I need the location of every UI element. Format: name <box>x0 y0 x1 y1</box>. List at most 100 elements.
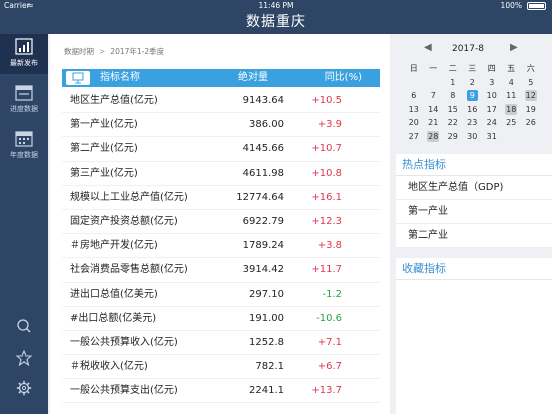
table-row[interactable]: ＃税收收入(亿元) 782.1 +6.7 <box>62 355 380 380</box>
sidebar-item-progress[interactable]: 进度数据 <box>0 80 48 120</box>
calendar-day-number: 7 <box>430 91 436 100</box>
table-row[interactable]: #出口总额(亿美元) 191.00 -10.6 <box>62 307 380 331</box>
calendar-day-number: 25 <box>506 118 517 127</box>
hot-indicators-list: 地区生产总值（GDP) 第一产业 第二产业 <box>396 176 552 248</box>
calendar-day[interactable]: 31 <box>482 130 502 144</box>
table-row[interactable]: 第二产业(亿元) 4145.66 +10.7 <box>62 137 380 162</box>
calendar-day-number: 19 <box>525 104 536 114</box>
calendar-week: 20 21 22 23 24 25 26 <box>404 116 548 130</box>
calendar-day[interactable]: 4 <box>502 76 522 90</box>
indicator-value: 297.10 <box>249 288 284 300</box>
hot-indicators-panel: 热点指标 地区生产总值（GDP) 第一产业 第二产业 <box>396 154 552 248</box>
calendar-day[interactable]: 24 <box>482 116 502 130</box>
battery-percent: 100% <box>500 1 522 10</box>
indicator-yoy: -1.2 <box>322 288 342 300</box>
calendar-day[interactable]: 6 <box>404 89 424 103</box>
table-row[interactable]: 第三产业(亿元) 4611.98 +10.8 <box>62 162 380 186</box>
calendar-day-number: 12 <box>524 90 537 101</box>
breadcrumb-label: 数据时期 <box>64 47 94 56</box>
hot-indicator-item[interactable]: 地区生产总值（GDP) <box>396 176 552 200</box>
sidebar-item-latest[interactable]: 最新发布 <box>0 34 48 74</box>
indicator-name: 固定资产投资总额(亿元) <box>70 215 178 227</box>
calendar-day-number: 15 <box>447 104 458 114</box>
calendar-day-number: 4 <box>508 77 514 87</box>
indicator-value: 1789.24 <box>242 240 284 252</box>
calendar-day[interactable]: 2 <box>463 76 483 90</box>
calendar-day[interactable]: 28 <box>424 130 444 144</box>
calendar-weekday: 日 <box>409 64 418 73</box>
indicator-value: 4145.66 <box>242 143 284 155</box>
indicator-value: 1252.8 <box>249 336 284 348</box>
indicator-table: 地区生产总值(亿元) 9143.64 +10.5 第一产业(亿元) 386.00 +3.9… <box>62 89 380 404</box>
sidebar-item-annual[interactable]: 年度数据 <box>0 126 48 166</box>
status-bar: Carrier ≈ 11:46 PM 100% <box>0 0 552 11</box>
table-row[interactable]: 进出口总值(亿美元) 297.10 -1.2 <box>62 283 380 307</box>
calendar-day[interactable]: 10 <box>482 89 502 103</box>
calendar-day[interactable]: 14 <box>424 103 444 117</box>
calendar-day[interactable]: 8 <box>443 89 463 103</box>
calendar-day[interactable]: 29 <box>443 130 463 144</box>
calendar-day[interactable]: 19 <box>521 103 541 117</box>
calendar-day[interactable]: 27 <box>404 130 424 144</box>
table-row[interactable]: 规模以上工业总产值(亿元) 12774.64 +16.1 <box>62 186 380 210</box>
calendar-day-number: 27 <box>408 131 419 141</box>
calendar-day[interactable]: 23 <box>463 116 483 130</box>
calendar-day[interactable]: 17 <box>482 103 502 117</box>
table-row[interactable]: 固定资产投资总额(亿元) 6922.79 +12.3 <box>62 210 380 235</box>
indicator-yoy: +10.7 <box>311 143 342 155</box>
indicator-value: 4611.98 <box>242 167 284 179</box>
calendar-day[interactable]: 11 <box>502 89 522 103</box>
calendar-day[interactable]: 13 <box>404 103 424 117</box>
table-row[interactable]: 一般公共预算收入(亿元) 1252.8 +7.1 <box>62 331 380 356</box>
calendar-empty-cell <box>424 76 444 90</box>
calendar-day[interactable]: 1 <box>443 76 463 90</box>
calendar-day[interactable]: 21 <box>424 116 444 130</box>
page-title: 数据重庆 <box>246 14 306 30</box>
calendar-day[interactable]: 26 <box>521 116 541 130</box>
indicator-name: 地区生产总值(亿元) <box>70 95 158 106</box>
breadcrumb-period[interactable]: 2017年1-2季度 <box>110 47 164 56</box>
table-row[interactable]: 第一产业(亿元) 386.00 +3.9 <box>62 113 380 138</box>
table-row[interactable]: 社会消费品零售总额(亿元) 3914.42 +11.7 <box>62 258 380 283</box>
calendar-day[interactable]: 16 <box>463 103 483 117</box>
calendar-day-number: 3 <box>489 77 495 87</box>
calendar-day-number: 6 <box>411 91 417 100</box>
calendar-day-number: 23 <box>467 118 478 127</box>
calendar-day[interactable]: 5 <box>521 76 541 90</box>
calendar-day[interactable]: 9 <box>463 89 483 103</box>
calendar-day[interactable]: 3 <box>482 76 502 90</box>
table-row[interactable]: 地区生产总值(亿元) 9143.64 +10.5 <box>62 89 380 114</box>
next-month-button[interactable]: ▶ <box>510 42 518 53</box>
calendar-day[interactable]: 7 <box>424 89 444 103</box>
calendar-day-number: 30 <box>467 131 478 141</box>
calendar-day[interactable]: 20 <box>404 116 424 130</box>
indicator-yoy: -10.6 <box>316 312 342 324</box>
table-row[interactable]: 一般公共预算支出(亿元) 2241.1 +13.7 <box>62 379 380 404</box>
calendar-day-number: 1 <box>450 77 456 87</box>
calendar-day[interactable]: 18 <box>502 103 522 117</box>
calendar-day[interactable]: 25 <box>502 116 522 130</box>
table-row[interactable]: ＃房地产开发(亿元) 1789.24 +3.8 <box>62 234 380 259</box>
calendar-day-number: 31 <box>486 131 497 141</box>
sidebar-item-label: 年度数据 <box>10 151 38 159</box>
calendar-day-number: 20 <box>408 118 419 127</box>
calendar-month: 2017-8 <box>452 44 484 54</box>
calendar-day-number: 17 <box>486 104 497 114</box>
breadcrumb-separator: > <box>99 47 106 56</box>
search-button[interactable] <box>0 314 48 338</box>
calendar-weekday: 六 <box>526 64 535 73</box>
calendar-day-number: 9 <box>466 90 478 101</box>
calendar-day[interactable]: 22 <box>443 116 463 130</box>
indicator-yoy: +7.1 <box>317 336 342 348</box>
calendar-day[interactable]: 15 <box>443 103 463 117</box>
calendar-day[interactable]: 12 <box>521 89 541 103</box>
settings-button[interactable] <box>0 376 48 400</box>
indicator-yoy: +3.8 <box>317 240 342 252</box>
battery-icon <box>527 2 546 10</box>
hot-indicator-item[interactable]: 第二产业 <box>396 224 552 248</box>
indicator-yoy: +10.8 <box>311 167 342 179</box>
calendar-day-number: 10 <box>486 91 497 100</box>
favorite-button[interactable] <box>0 346 48 370</box>
calendar-day[interactable]: 30 <box>463 130 483 144</box>
hot-indicator-item[interactable]: 第一产业 <box>396 200 552 224</box>
